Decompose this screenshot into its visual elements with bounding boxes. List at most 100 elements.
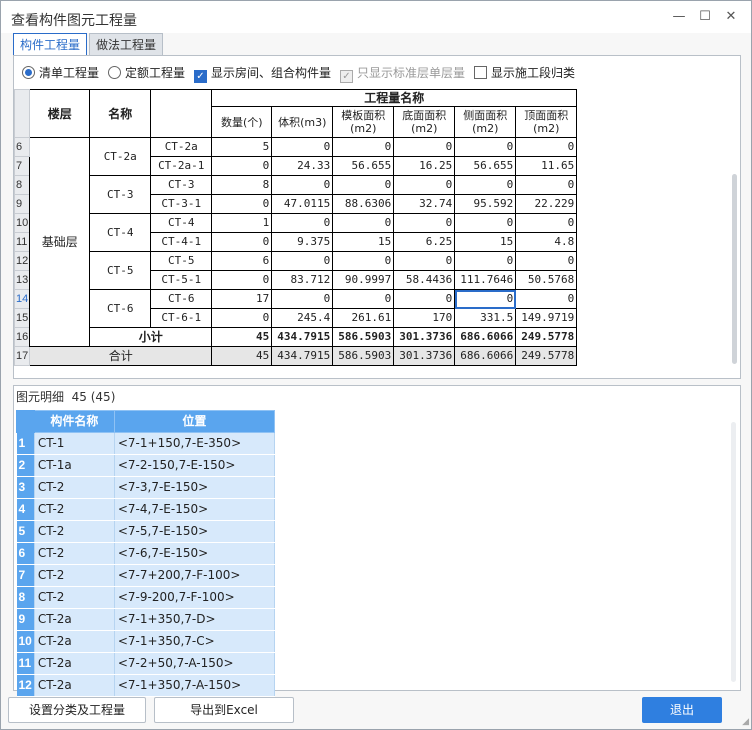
value-cell[interactable]: 0	[393, 289, 456, 309]
value-cell[interactable]: 17	[211, 289, 273, 309]
sub-name-cell[interactable]: CT-6	[150, 289, 213, 309]
close-button[interactable]: ✕	[721, 7, 741, 27]
detail-component-name[interactable]: CT-2a	[34, 608, 115, 631]
value-cell[interactable]: 0	[211, 232, 273, 252]
value-cell[interactable]: 56.655	[454, 156, 517, 176]
detail-component-name[interactable]: CT-2	[34, 498, 115, 521]
minimize-button[interactable]: —	[669, 7, 689, 27]
value-cell[interactable]: 0	[211, 270, 273, 290]
value-cell[interactable]: 331.5	[454, 308, 517, 328]
exit-button[interactable]: 退出	[642, 697, 722, 723]
sub-name-cell[interactable]: CT-2a-1	[150, 156, 213, 176]
value-cell[interactable]: 0	[454, 137, 517, 157]
detail-row[interactable]: 9 CT-2a <7-1+350,7-D>	[16, 608, 275, 631]
tab-method-quantity[interactable]: 做法工程量	[89, 33, 163, 56]
detail-row[interactable]: 7 CT-2 <7-7+200,7-F-100>	[16, 564, 275, 587]
value-cell[interactable]: 261.61	[332, 308, 395, 328]
value-cell[interactable]: 0	[332, 213, 395, 233]
value-cell[interactable]: 32.74	[393, 194, 456, 214]
detail-row[interactable]: 3 CT-2 <7-3,7-E-150>	[16, 476, 275, 499]
detail-component-name[interactable]: CT-2	[34, 476, 115, 499]
value-cell[interactable]: 0	[454, 175, 517, 195]
value-cell[interactable]: 6.25	[393, 232, 456, 252]
subtotal-value[interactable]: 686.6066	[454, 327, 517, 347]
sub-name-cell[interactable]: CT-5-1	[150, 270, 213, 290]
value-cell[interactable]: 6	[211, 251, 273, 271]
value-cell[interactable]: 0	[271, 213, 334, 233]
value-cell[interactable]: 0	[393, 213, 456, 233]
sub-name-cell[interactable]: CT-4-1	[150, 232, 213, 252]
value-cell[interactable]: 15	[332, 232, 395, 252]
value-cell[interactable]: 0	[393, 175, 456, 195]
sub-name-cell[interactable]: CT-2a	[150, 137, 213, 157]
detail-component-name[interactable]: CT-1a	[34, 454, 115, 477]
sub-name-cell[interactable]: CT-3	[150, 175, 213, 195]
value-cell[interactable]: 4.8	[515, 232, 578, 252]
row-header[interactable]: 14	[13, 289, 31, 309]
detail-row[interactable]: 11 CT-2a <7-2+50,7-A-150>	[16, 652, 275, 675]
row-header[interactable]: 17	[13, 346, 31, 366]
value-cell[interactable]: 0	[454, 213, 517, 233]
total-value[interactable]: 586.5903	[332, 346, 395, 366]
value-cell[interactable]: 0	[271, 175, 334, 195]
detail-row[interactable]: 4 CT-2 <7-4,7-E-150>	[16, 498, 275, 521]
sub-name-cell[interactable]: CT-4	[150, 213, 213, 233]
subtotal-value[interactable]: 434.7915	[271, 327, 334, 347]
total-value[interactable]: 301.3736	[393, 346, 456, 366]
resize-grip-icon[interactable]: ◢	[742, 717, 749, 727]
sub-name-cell[interactable]: CT-3-1	[150, 194, 213, 214]
subtotal-value[interactable]: 301.3736	[393, 327, 456, 347]
value-cell[interactable]: 0	[211, 156, 273, 176]
value-cell[interactable]: 0	[211, 308, 273, 328]
panel-splitter[interactable]	[13, 377, 739, 383]
detail-row[interactable]: 8 CT-2 <7-9-200,7-F-100>	[16, 586, 275, 609]
set-category-button[interactable]: 设置分类及工程量	[8, 697, 146, 723]
row-header[interactable]: 9	[13, 194, 31, 214]
value-cell[interactable]: 9.375	[271, 232, 334, 252]
detail-position[interactable]: <7-1+150,7-E-350>	[114, 432, 275, 455]
value-cell[interactable]: 0	[332, 251, 395, 271]
value-cell[interactable]: 8	[211, 175, 273, 195]
tab-component-quantity[interactable]: 构件工程量	[13, 33, 87, 57]
value-cell[interactable]: 111.7646	[454, 270, 517, 290]
checkbox-show-segments[interactable]: 显示施工段归类	[474, 64, 575, 82]
value-cell[interactable]: 58.4436	[393, 270, 456, 290]
value-cell[interactable]: 90.9997	[332, 270, 395, 290]
value-cell[interactable]: 50.5768	[515, 270, 578, 290]
detail-position[interactable]: <7-2-150,7-E-150>	[114, 454, 275, 477]
total-value[interactable]: 434.7915	[271, 346, 334, 366]
value-cell[interactable]: 95.592	[454, 194, 517, 214]
table-scrollbar[interactable]	[732, 174, 737, 364]
export-excel-button[interactable]: 导出到Excel	[154, 697, 294, 723]
row-header[interactable]: 6	[13, 137, 31, 157]
detail-position[interactable]: <7-3,7-E-150>	[114, 476, 275, 499]
row-header[interactable]: 16	[13, 327, 31, 347]
row-header[interactable]: 10	[13, 213, 31, 233]
detail-component-name[interactable]: CT-2	[34, 542, 115, 565]
row-header[interactable]: 7	[13, 156, 31, 176]
detail-position[interactable]: <7-9-200,7-F-100>	[114, 586, 275, 609]
detail-position[interactable]: <7-1+350,7-C>	[114, 630, 275, 653]
detail-scrollbar[interactable]	[731, 422, 736, 682]
value-cell[interactable]: 0	[271, 137, 334, 157]
detail-component-name[interactable]: CT-1	[34, 432, 115, 455]
detail-row[interactable]: 6 CT-2 <7-6,7-E-150>	[16, 542, 275, 565]
detail-component-name[interactable]: CT-2	[34, 564, 115, 587]
detail-component-name[interactable]: CT-2a	[34, 652, 115, 675]
checkbox-show-rooms[interactable]: ✓ 显示房间、组合构件量	[194, 64, 331, 83]
detail-row[interactable]: 10 CT-2a <7-1+350,7-C>	[16, 630, 275, 653]
radio-dinge[interactable]: 定额工程量	[108, 64, 185, 82]
value-cell[interactable]: 83.712	[271, 270, 334, 290]
detail-position[interactable]: <7-4,7-E-150>	[114, 498, 275, 521]
value-cell[interactable]: 245.4	[271, 308, 334, 328]
detail-position[interactable]: <7-2+50,7-A-150>	[114, 652, 275, 675]
value-cell[interactable]: 0	[454, 289, 517, 309]
value-cell[interactable]: 0	[393, 137, 456, 157]
total-value[interactable]: 249.5778	[515, 346, 578, 366]
value-cell[interactable]: 0	[515, 137, 578, 157]
maximize-button[interactable]: ☐	[695, 7, 715, 27]
sub-name-cell[interactable]: CT-6-1	[150, 308, 213, 328]
value-cell[interactable]: 0	[515, 289, 578, 309]
value-cell[interactable]: 15	[454, 232, 517, 252]
detail-position[interactable]: <7-6,7-E-150>	[114, 542, 275, 565]
